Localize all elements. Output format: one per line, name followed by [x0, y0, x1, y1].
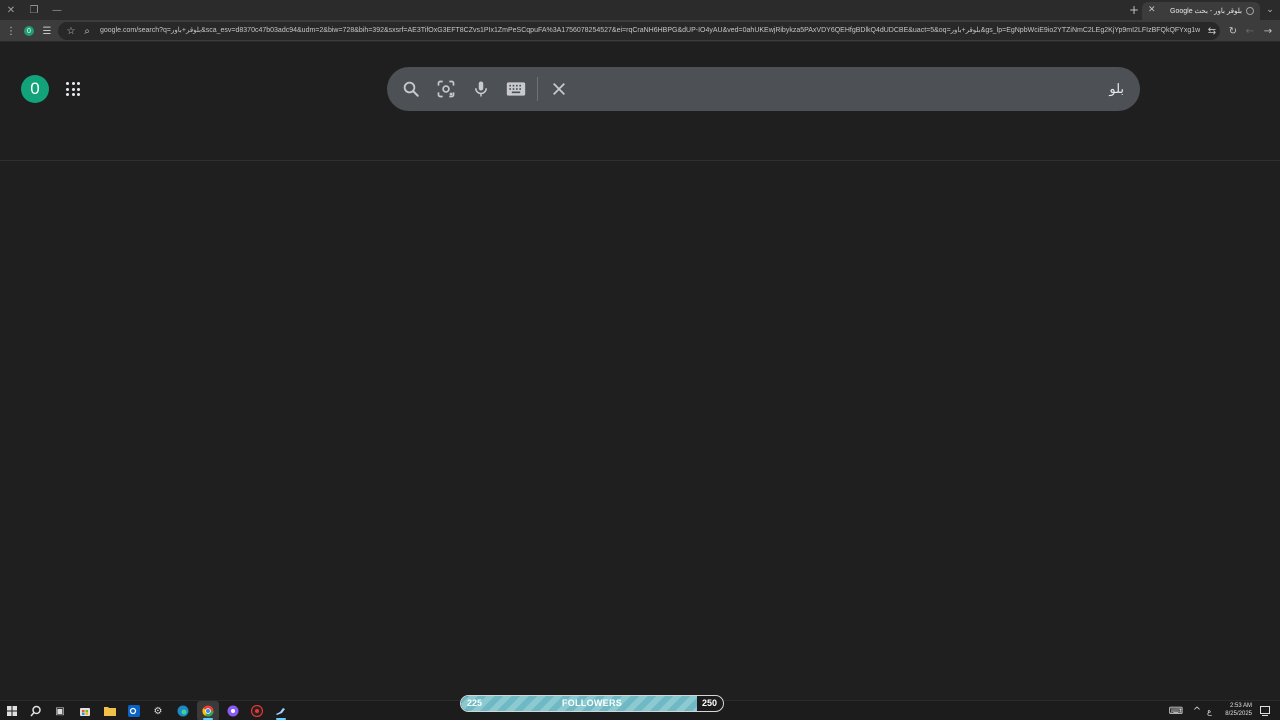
- restore-window-icon[interactable]: ❐: [23, 0, 45, 20]
- followers-goal-bar: 225 FOLLOWERS 250: [460, 695, 724, 712]
- profile-avatar[interactable]: 0: [24, 26, 34, 36]
- tune-icon[interactable]: ⇆: [1205, 24, 1219, 38]
- followers-goal: 250: [701, 698, 717, 708]
- new-tab-button[interactable]: +: [1127, 2, 1141, 18]
- tab-search-icon[interactable]: ⌄: [1263, 3, 1277, 17]
- search-input[interactable]: بلو: [1109, 81, 1124, 97]
- followers-label: FOLLOWERS: [561, 698, 623, 708]
- microsoft-store-icon[interactable]: [78, 704, 92, 718]
- keyboard-icon[interactable]: [505, 78, 527, 100]
- url-text[interactable]: google.com/search?q=بلوقر+باور&sca_esv=d…: [100, 26, 1200, 34]
- google-apps-icon[interactable]: [66, 82, 80, 96]
- minimize-window-icon[interactable]: —: [46, 0, 68, 20]
- task-view-icon[interactable]: ▣: [53, 704, 67, 718]
- address-bar[interactable]: ☆ ⌕ google.com/search?q=بلوقر+باور&sca_e…: [58, 22, 1220, 40]
- lens-icon[interactable]: [435, 78, 457, 100]
- chrome-icon[interactable]: [201, 704, 215, 718]
- forward-icon[interactable]: →: [1261, 24, 1275, 38]
- search-icon[interactable]: [400, 78, 422, 100]
- search-engine-icon: ⌕: [84, 25, 90, 37]
- google-account-avatar[interactable]: 0: [21, 75, 49, 103]
- clear-icon[interactable]: [548, 78, 570, 100]
- search-box[interactable]: بلو: [387, 67, 1140, 111]
- outlook-icon[interactable]: [127, 704, 141, 718]
- close-window-icon[interactable]: ✕: [0, 0, 22, 20]
- messenger-icon[interactable]: [226, 704, 240, 718]
- clock-date[interactable]: 8/25/2025: [1218, 711, 1252, 717]
- extensions-icon[interactable]: ☰: [40, 24, 54, 38]
- keyboard-layout-icon[interactable]: ⌨: [1169, 704, 1183, 718]
- back-icon[interactable]: ←: [1243, 24, 1257, 38]
- taskbar-search-icon[interactable]: [29, 704, 43, 718]
- bookmark-star-icon[interactable]: ☆: [64, 24, 78, 38]
- edge-icon[interactable]: [176, 704, 190, 718]
- tab-close-icon[interactable]: ✕: [1148, 5, 1156, 15]
- active-tab[interactable]: ✕ بلوقر باور - بحث Google: [1142, 2, 1260, 20]
- settings-app-icon[interactable]: ⚙: [151, 704, 165, 718]
- menu-icon[interactable]: ⋮: [4, 24, 18, 38]
- reload-icon[interactable]: ↻: [1226, 24, 1240, 38]
- tab-strip: ✕ ❐ — + ✕ بلوقر باور - بحث Google ⌄: [0, 0, 1280, 20]
- browser-toolbar: ⋮ ☰ ☆ ⌕ google.com/search?q=بلوقر+باور&s…: [0, 20, 1280, 42]
- app-red-icon[interactable]: [250, 704, 264, 718]
- tray-overflow-icon[interactable]: ^: [1190, 704, 1204, 718]
- tab-title: بلوقر باور - بحث Google: [1170, 8, 1242, 15]
- header-divider: [0, 160, 1280, 161]
- clock-time[interactable]: 2:53 AM: [1222, 703, 1252, 709]
- input-language[interactable]: ع: [1207, 707, 1212, 716]
- notifications-icon[interactable]: [1258, 704, 1272, 718]
- tab-favicon-icon: [1246, 7, 1254, 15]
- file-explorer-icon[interactable]: [103, 704, 117, 718]
- screen: ✕ ❐ — + ✕ بلوقر باور - بحث Google ⌄ ⋮ ☰ …: [0, 0, 1280, 720]
- search-box-divider: [537, 77, 538, 101]
- steam-icon[interactable]: [274, 704, 288, 718]
- mic-icon[interactable]: [470, 78, 492, 100]
- windows-start-icon[interactable]: [5, 704, 19, 718]
